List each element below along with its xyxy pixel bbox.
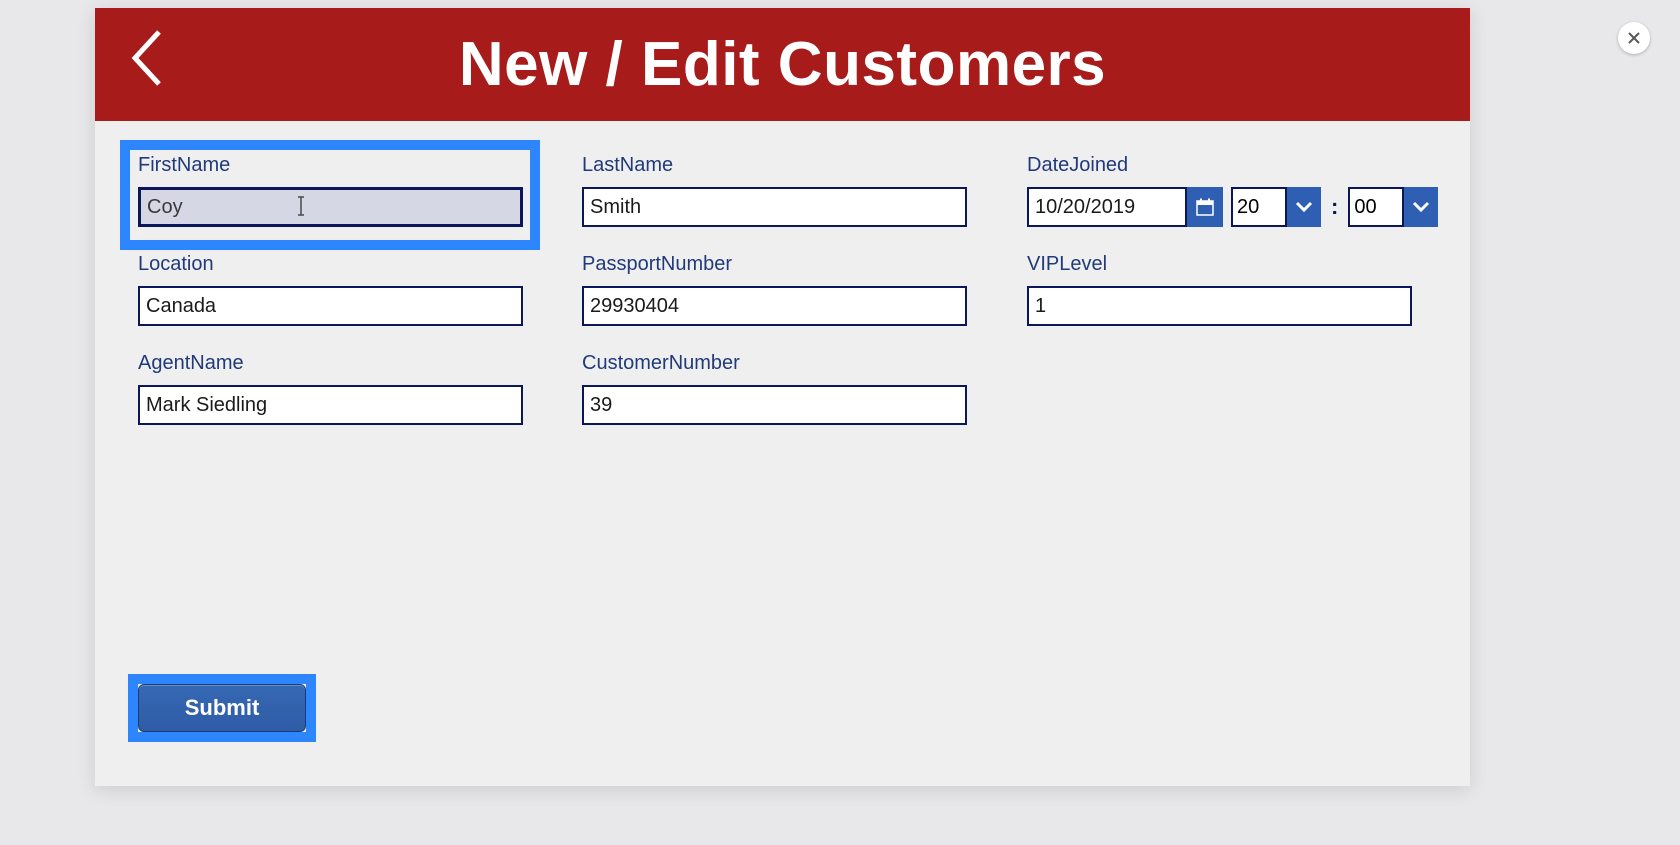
minute-dropdown-button[interactable] <box>1404 187 1438 227</box>
agentname-label: AgentName <box>138 352 523 375</box>
chevron-left-icon <box>127 26 167 90</box>
calendar-button[interactable] <box>1187 187 1223 227</box>
date-picker: 10/20/2019 <box>1027 187 1223 227</box>
hour-dropdown-button[interactable] <box>1287 187 1321 227</box>
lastname-input[interactable] <box>582 187 967 227</box>
passport-label: PassportNumber <box>582 253 967 276</box>
firstname-input[interactable] <box>138 187 523 227</box>
customernumber-label: CustomerNumber <box>582 352 967 375</box>
header-bar: New / Edit Customers <box>95 8 1470 121</box>
highlight-submit: Submit <box>128 674 316 742</box>
location-label: Location <box>138 253 523 276</box>
lastname-label: LastName <box>582 154 967 177</box>
hour-picker: 20 <box>1231 187 1321 227</box>
back-button[interactable] <box>117 22 177 94</box>
minute-value[interactable]: 00 <box>1348 187 1404 227</box>
hour-value[interactable]: 20 <box>1231 187 1287 227</box>
datejoined-label: DateJoined <box>1027 154 1427 177</box>
customernumber-input[interactable] <box>582 385 967 425</box>
chevron-down-icon <box>1412 201 1430 213</box>
date-value[interactable]: 10/20/2019 <box>1027 187 1187 227</box>
time-separator: : <box>1329 194 1340 220</box>
calendar-icon <box>1196 198 1214 216</box>
location-input[interactable] <box>138 286 523 326</box>
form-panel: New / Edit Customers FirstName LastName … <box>95 8 1470 786</box>
viplevel-label: VIPLevel <box>1027 253 1412 276</box>
minute-picker: 00 <box>1348 187 1438 227</box>
passport-input[interactable] <box>582 286 967 326</box>
form-area: FirstName LastName DateJoined 10/20/2019 <box>95 121 1470 786</box>
firstname-label: FirstName <box>138 154 523 177</box>
submit-button[interactable]: Submit <box>138 684 306 732</box>
agentname-input[interactable] <box>138 385 523 425</box>
viplevel-input[interactable] <box>1027 286 1412 326</box>
close-icon <box>1627 31 1641 45</box>
page-title: New / Edit Customers <box>459 29 1106 100</box>
close-button[interactable] <box>1618 22 1650 54</box>
chevron-down-icon <box>1295 201 1313 213</box>
